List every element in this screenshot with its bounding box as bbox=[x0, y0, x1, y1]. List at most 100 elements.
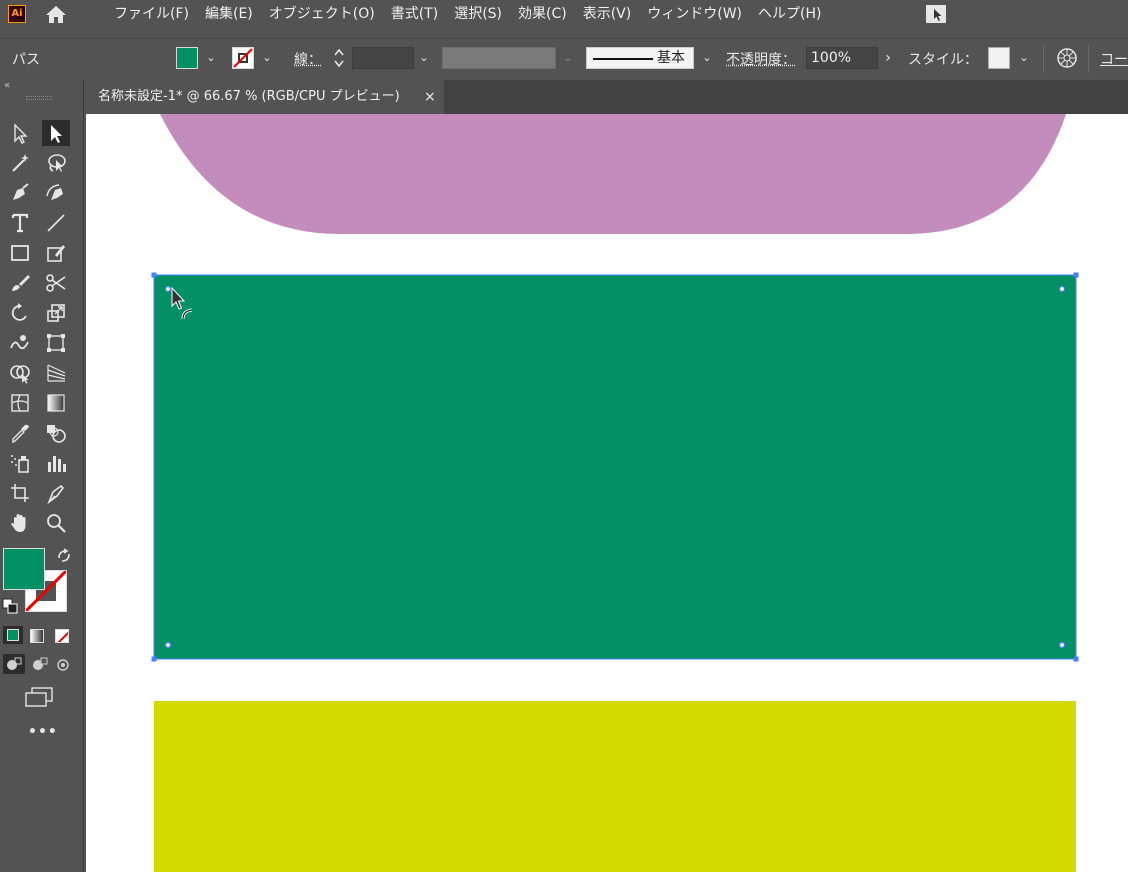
stroke-dropdown-chevron-icon[interactable]: ⌄ bbox=[258, 47, 276, 69]
anchor-point-top-left[interactable] bbox=[151, 272, 157, 278]
selection-type-label: パス bbox=[12, 52, 40, 68]
shape-builder-tool-icon[interactable] bbox=[6, 360, 34, 386]
scissors-tool-icon[interactable] bbox=[42, 270, 70, 296]
stroke-swatch[interactable] bbox=[232, 47, 254, 69]
column-graph-tool-icon[interactable] bbox=[42, 450, 70, 476]
rotate-tool-icon[interactable] bbox=[6, 300, 34, 326]
menu-help[interactable]: ヘルプ(H) bbox=[750, 0, 829, 28]
variable-width-profile-field[interactable] bbox=[442, 47, 556, 69]
variable-width-dropdown-chevron-icon: ⌄ bbox=[563, 51, 573, 64]
brush-definition-field[interactable]: 基本 bbox=[586, 47, 694, 69]
artwork bbox=[151, 114, 1079, 872]
more-tools-button[interactable]: ••• bbox=[28, 724, 58, 740]
gradient-mode-button[interactable] bbox=[30, 629, 44, 643]
perspective-grid-tool-icon[interactable] bbox=[42, 360, 70, 386]
stroke-weight-stepper-icon[interactable] bbox=[332, 47, 346, 69]
default-fill-stroke-icon[interactable] bbox=[2, 598, 18, 614]
opacity-flyout-chevron-icon[interactable]: › bbox=[879, 47, 897, 69]
close-tab-icon[interactable]: × bbox=[424, 80, 440, 114]
purple-rounded-shape[interactable] bbox=[160, 114, 1066, 234]
tools-panel: « ••• bbox=[0, 80, 84, 872]
control-bar: パス ⌄ ⌄ 線： ⌄ ⌄ 基本 ⌄ 不透明度： 100% › スタイル： ⌄ … bbox=[0, 38, 1128, 78]
menu-items: ファイル(F) 編集(E) オブジェクト(O) 書式(T) 選択(S) 効果(C… bbox=[106, 0, 829, 28]
panel-grip[interactable] bbox=[26, 96, 52, 100]
draw-inside-icon[interactable] bbox=[55, 654, 73, 674]
menu-edit[interactable]: 編集(E) bbox=[197, 0, 261, 28]
document-tab-bar: 名称未設定-1* @ 66.67 % (RGB/CPU プレビュー) × bbox=[86, 80, 1128, 114]
color-mode-swatch bbox=[7, 629, 19, 641]
recolor-artwork-icon[interactable] bbox=[1056, 47, 1078, 69]
curvature-tool-icon[interactable] bbox=[42, 180, 70, 206]
menu-effect[interactable]: 効果(C) bbox=[510, 0, 575, 28]
hand-tool-icon[interactable] bbox=[6, 510, 34, 536]
fill-swatch[interactable] bbox=[176, 47, 198, 69]
menu-window[interactable]: ウィンドウ(W) bbox=[639, 0, 750, 28]
align-overflow-label[interactable]: コー bbox=[1100, 49, 1128, 69]
blend-tool-icon[interactable] bbox=[42, 420, 70, 446]
live-corner-widget[interactable] bbox=[164, 641, 172, 649]
arrange-documents-icon[interactable] bbox=[924, 3, 948, 25]
magic-wand-tool-icon[interactable] bbox=[6, 150, 34, 176]
live-corner-widget[interactable] bbox=[1058, 285, 1066, 293]
type-tool-icon[interactable] bbox=[6, 210, 34, 236]
shaper-tool-icon[interactable] bbox=[42, 240, 70, 266]
brush-dropdown-chevron-icon[interactable]: ⌄ bbox=[698, 47, 716, 69]
menu-select[interactable]: 選択(S) bbox=[446, 0, 510, 28]
style-dropdown-chevron-icon[interactable]: ⌄ bbox=[1015, 47, 1033, 69]
home-icon[interactable] bbox=[44, 4, 68, 24]
menu-view[interactable]: 表示(V) bbox=[575, 0, 640, 28]
yellow-rectangle[interactable] bbox=[154, 701, 1076, 872]
brush-definition-label: 基本 bbox=[657, 50, 685, 66]
draw-behind-icon[interactable] bbox=[30, 654, 52, 674]
gradient-tool-icon[interactable] bbox=[42, 390, 70, 416]
pen-tool-icon[interactable] bbox=[6, 180, 34, 206]
menu-file[interactable]: ファイル(F) bbox=[106, 0, 197, 28]
stroke-weight-label[interactable]: 線： bbox=[294, 49, 322, 69]
green-rectangle[interactable] bbox=[154, 275, 1076, 659]
mesh-tool-icon[interactable] bbox=[6, 390, 34, 416]
live-corner-widget[interactable] bbox=[164, 285, 172, 293]
menu-type[interactable]: 書式(T) bbox=[383, 0, 446, 28]
draw-normal-icon bbox=[7, 657, 22, 670]
warp-tool-icon[interactable] bbox=[6, 330, 34, 356]
direct-selection-tool-icon[interactable] bbox=[42, 120, 70, 146]
anchor-point-top-right[interactable] bbox=[1073, 272, 1079, 278]
scale-tool-icon[interactable] bbox=[42, 300, 70, 326]
rectangle-tool-icon[interactable] bbox=[6, 240, 34, 266]
graphic-style-swatch[interactable] bbox=[988, 47, 1010, 69]
slice-tool-icon[interactable] bbox=[42, 480, 70, 506]
opacity-input[interactable]: 100% bbox=[806, 47, 878, 69]
separator bbox=[1088, 45, 1089, 73]
color-mode-button[interactable] bbox=[3, 626, 23, 644]
document-tab[interactable]: 名称未設定-1* @ 66.67 % (RGB/CPU プレビュー) × bbox=[86, 80, 444, 114]
separator bbox=[1043, 45, 1044, 73]
anchor-point-bottom-right[interactable] bbox=[1073, 656, 1079, 662]
symbol-sprayer-tool-icon[interactable] bbox=[6, 450, 34, 476]
stroke-weight-input[interactable] bbox=[352, 47, 414, 69]
menu-object[interactable]: オブジェクト(O) bbox=[261, 0, 383, 28]
line-segment-tool-icon[interactable] bbox=[42, 210, 70, 236]
stroke-weight-dropdown-chevron-icon[interactable]: ⌄ bbox=[415, 47, 433, 69]
artboard-tool-icon[interactable] bbox=[6, 480, 34, 506]
change-screen-mode-icon[interactable] bbox=[24, 686, 54, 708]
style-label: スタイル： bbox=[908, 52, 978, 68]
menu-bar: Ai ファイル(F) 編集(E) オブジェクト(O) 書式(T) 選択(S) 効… bbox=[0, 0, 1128, 28]
paintbrush-tool-icon[interactable] bbox=[6, 270, 34, 296]
lasso-tool-icon[interactable] bbox=[42, 150, 70, 176]
zoom-tool-icon[interactable] bbox=[42, 510, 70, 536]
swap-fill-stroke-icon[interactable] bbox=[56, 548, 72, 564]
opacity-label[interactable]: 不透明度： bbox=[726, 49, 796, 69]
artboard-canvas[interactable] bbox=[86, 114, 1128, 872]
no-stroke-icon bbox=[233, 48, 253, 68]
collapse-panel-icon[interactable]: « bbox=[4, 80, 10, 91]
selection-tool-icon[interactable] bbox=[6, 120, 34, 146]
fill-dropdown-chevron-icon[interactable]: ⌄ bbox=[202, 47, 220, 69]
fill-color-swatch[interactable] bbox=[3, 548, 45, 590]
app-logo: Ai bbox=[8, 5, 26, 23]
anchor-point-bottom-left[interactable] bbox=[151, 656, 157, 662]
draw-normal-button[interactable] bbox=[3, 654, 25, 674]
none-mode-button[interactable] bbox=[55, 629, 69, 643]
eyedropper-tool-icon[interactable] bbox=[6, 420, 34, 446]
live-corner-widget[interactable] bbox=[1058, 641, 1066, 649]
free-transform-tool-icon[interactable] bbox=[42, 330, 70, 356]
